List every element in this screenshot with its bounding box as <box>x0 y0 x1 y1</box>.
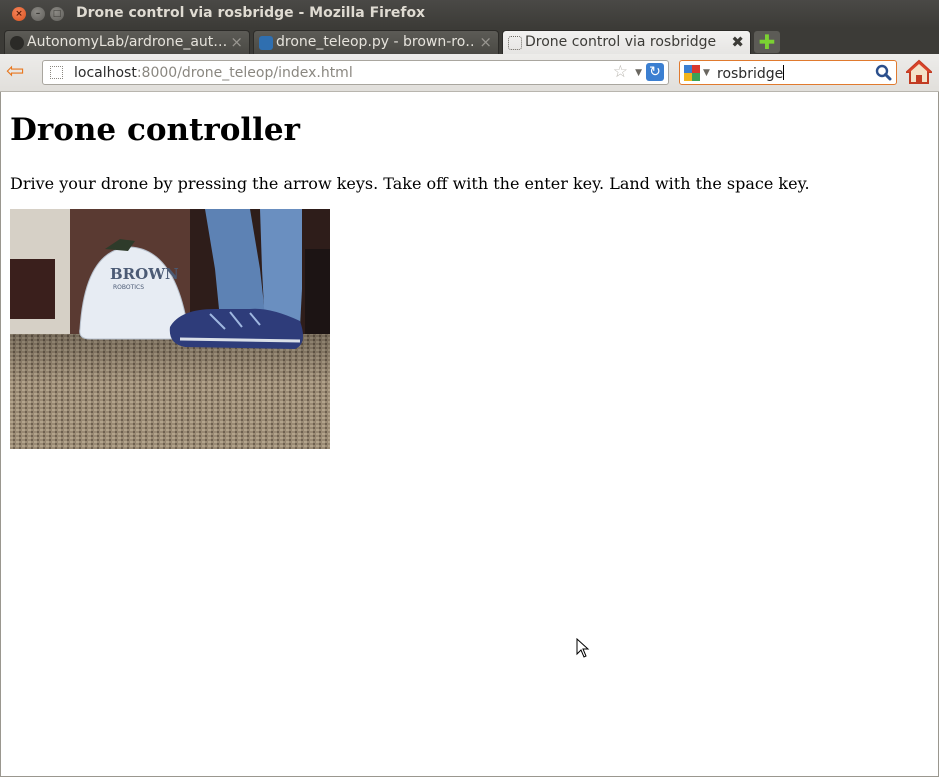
window-title: Drone control via rosbridge - Mozilla Fi… <box>76 5 426 21</box>
blank-page-favicon-icon <box>508 36 522 50</box>
navigation-toolbar: ⇦ localhost:8000/drone_teleop/index.html… <box>0 54 939 92</box>
tab-label: AutonomyLab/ardrone_aut… <box>27 34 227 50</box>
reload-button[interactable]: ↻ <box>646 63 664 81</box>
tab-drone-control[interactable]: Drone control via rosbridge ✖ <box>502 30 751 54</box>
url-text[interactable]: localhost:8000/drone_teleop/index.html <box>74 65 353 81</box>
back-arrow-icon: ⇦ <box>6 59 25 84</box>
code-favicon-icon <box>259 36 273 50</box>
plus-icon: ✚ <box>758 30 776 54</box>
github-favicon-icon <box>10 36 24 50</box>
tab-github[interactable]: AutonomyLab/ardrone_aut… × <box>4 30 250 54</box>
window-close-button[interactable]: × <box>12 7 26 21</box>
page-title: Drone controller <box>10 112 300 148</box>
magnifier-icon[interactable] <box>875 64 892 81</box>
google-engine-icon[interactable] <box>684 65 700 81</box>
tab-label: drone_teleop.py - brown-ro… <box>276 34 476 50</box>
url-path: :8000/drone_teleop/index.html <box>136 65 353 81</box>
reload-icon: ↻ <box>649 64 661 80</box>
url-host: localhost <box>74 65 137 81</box>
search-input[interactable]: rosbridge <box>717 65 785 82</box>
page-viewport: Drone controller Drive your drone by pre… <box>0 92 939 777</box>
camera-logo-subtext: ROBOTICS <box>113 284 144 291</box>
new-tab-button[interactable]: ✚ <box>754 31 780 53</box>
tab-close-icon[interactable]: × <box>479 33 492 51</box>
tab-strip: AutonomyLab/ardrone_aut… × drone_teleop.… <box>0 28 939 54</box>
tab-close-icon[interactable]: ✖ <box>731 33 744 51</box>
mouse-pointer-icon <box>576 638 590 658</box>
tab-close-icon[interactable]: × <box>230 33 243 51</box>
home-icon[interactable] <box>906 59 932 85</box>
tab-drone-teleop-py[interactable]: drone_teleop.py - brown-ro… × <box>253 30 499 54</box>
window-minimize-button[interactable]: – <box>31 7 45 21</box>
search-query-text: rosbridge <box>717 66 784 82</box>
drone-camera-feed: BROWN ROBOTICS <box>10 209 330 449</box>
star-icon[interactable]: ☆ <box>613 62 628 82</box>
site-identity-icon[interactable] <box>50 66 63 79</box>
engine-dropdown-icon[interactable]: ▼ <box>703 68 710 78</box>
tab-label: Drone control via rosbridge <box>525 34 717 50</box>
back-button[interactable]: ⇦ <box>6 59 30 84</box>
window-titlebar: × – □ Drone control via rosbridge - Mozi… <box>0 0 939 28</box>
search-bar[interactable]: ▼ rosbridge <box>679 60 897 85</box>
instructions-text: Drive your drone by pressing the arrow k… <box>10 174 810 193</box>
camera-logo-text: BROWN <box>110 265 179 283</box>
history-dropdown-icon[interactable]: ▼ <box>635 68 642 78</box>
text-caret <box>783 65 785 80</box>
address-bar[interactable]: localhost:8000/drone_teleop/index.html ☆… <box>42 60 669 85</box>
window-maximize-button[interactable]: □ <box>50 7 64 21</box>
